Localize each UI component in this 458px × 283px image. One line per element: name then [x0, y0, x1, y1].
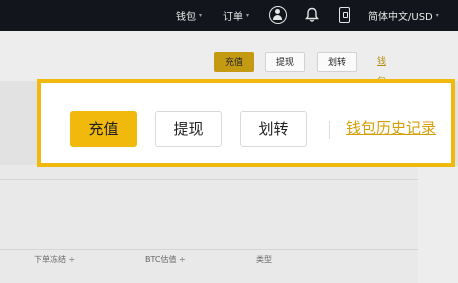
top-navigation-bar: 钱包 ▾ 订单 ▾ 简体中文/USD ▾: [0, 0, 458, 31]
column-header-order-frozen[interactable]: 下单冻结 ÷: [34, 254, 75, 265]
chevron-down-icon: ▾: [246, 12, 250, 19]
orders-menu-label: 订单: [223, 12, 243, 23]
chevron-down-icon: ▾: [199, 12, 203, 19]
bell-icon[interactable]: [305, 7, 319, 23]
language-currency-menu[interactable]: 简体中文/USD ▾: [368, 0, 439, 31]
mobile-download-icon[interactable]: [339, 7, 350, 23]
deposit-button[interactable]: 充值: [70, 111, 137, 147]
actions-highlight-callout: 充值 提现 划转 钱包历史记录: [37, 79, 455, 167]
deposit-button-small[interactable]: 充值: [214, 52, 254, 72]
withdraw-button[interactable]: 提现: [155, 111, 222, 147]
language-currency-label: 简体中文/USD: [368, 12, 433, 23]
assets-table-panel: [0, 165, 418, 283]
transfer-button[interactable]: 划转: [240, 111, 307, 147]
column-header-type: 类型: [256, 255, 272, 264]
transfer-button-small[interactable]: 划转: [317, 52, 357, 72]
actions-divider: [329, 121, 330, 139]
user-icon[interactable]: [269, 6, 287, 24]
panel-divider: [0, 179, 418, 180]
wallet-history-link[interactable]: 钱包历史记录: [346, 113, 436, 143]
chevron-down-icon: ▾: [435, 12, 439, 19]
withdraw-button-small[interactable]: 提现: [265, 52, 305, 72]
wallet-menu-label: 钱包: [176, 12, 196, 23]
panel-divider: [0, 249, 418, 250]
orders-menu[interactable]: 订单 ▾: [223, 0, 249, 31]
column-header-btc-valuation[interactable]: BTC估值 ÷: [145, 254, 186, 265]
wallet-menu[interactable]: 钱包 ▾: [176, 0, 202, 31]
